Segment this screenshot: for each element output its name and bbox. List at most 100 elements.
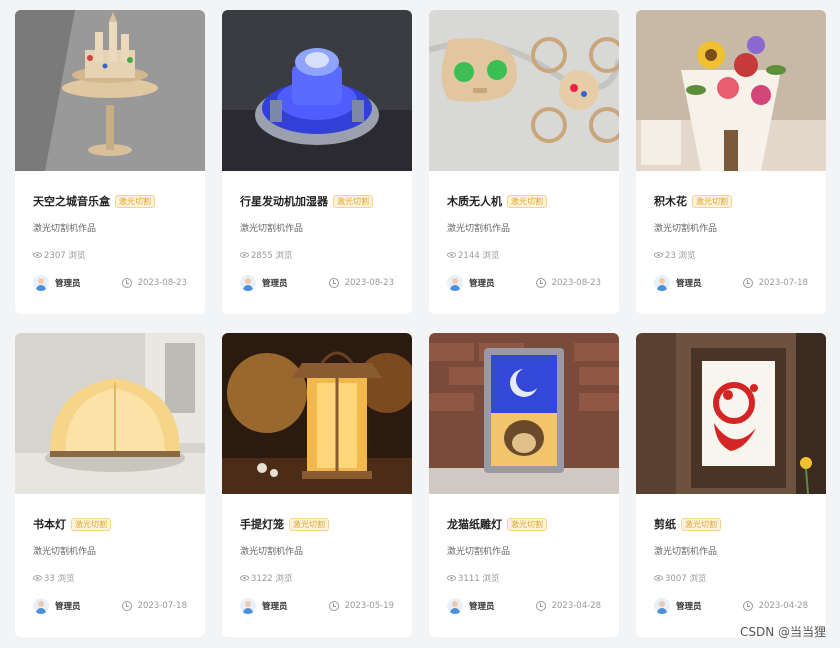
product-card[interactable]: 龙猫纸雕灯 激光切割 激光切割机作品 3111 浏览 管理员 2023-04-2… <box>429 333 619 637</box>
avatar[interactable] <box>33 598 49 614</box>
eye-icon <box>240 575 249 581</box>
author[interactable]: 管理员 <box>33 598 81 614</box>
author[interactable]: 管理员 <box>654 598 702 614</box>
view-count: 3122 浏览 <box>240 572 292 584</box>
product-card[interactable]: 积木花 激光切割 激光切割机作品 23 浏览 管理员 2023-07-18 <box>636 10 826 314</box>
author-name[interactable]: 管理员 <box>55 277 81 289</box>
publish-date: 2023-08-23 <box>328 278 394 288</box>
publish-date: 2023-04-28 <box>535 601 601 611</box>
publish-date-text: 2023-04-28 <box>551 601 601 611</box>
card-description: 激光切割机作品 <box>33 547 97 557</box>
category-tag: 激光切割 <box>692 194 732 208</box>
card-title[interactable]: 龙猫纸雕灯 <box>447 516 502 532</box>
publish-date: 2023-04-28 <box>742 601 808 611</box>
avatar[interactable] <box>654 275 670 291</box>
card-title[interactable]: 木质无人机 <box>447 193 502 209</box>
publish-date: 2023-05-19 <box>328 601 394 611</box>
watermark: CSDN @当当狸 <box>739 625 826 639</box>
view-count-text: 3122 浏览 <box>251 574 293 584</box>
avatar[interactable] <box>240 275 256 291</box>
category-tag: 激光切割 <box>681 517 721 531</box>
author-name[interactable]: 管理员 <box>262 600 288 612</box>
publish-date-text: 2023-07-18 <box>758 278 808 288</box>
paper-cut-image[interactable] <box>636 333 826 494</box>
eye-icon <box>447 575 456 581</box>
view-count: 2307 浏览 <box>33 249 85 261</box>
product-card[interactable]: 行星发动机加湿器 激光切割 激光切割机作品 2855 浏览 管理员 2023-0… <box>222 10 412 314</box>
publish-date: 2023-08-23 <box>121 278 187 288</box>
author[interactable]: 管理员 <box>447 598 495 614</box>
card-title[interactable]: 积木花 <box>654 193 687 209</box>
avatar[interactable] <box>654 598 670 614</box>
product-card[interactable]: 书本灯 激光切割 激光切割机作品 33 浏览 管理员 2023-07-18 <box>15 333 205 637</box>
hand-lantern-image[interactable] <box>222 333 412 494</box>
product-card[interactable]: 手提灯笼 激光切割 激光切割机作品 3122 浏览 管理员 2023-05-19 <box>222 333 412 637</box>
eye-icon <box>654 575 663 581</box>
eye-icon <box>447 252 456 258</box>
author[interactable]: 管理员 <box>240 598 288 614</box>
author[interactable]: 管理员 <box>447 275 495 291</box>
clock-icon <box>328 278 339 288</box>
eye-icon <box>33 575 42 581</box>
card-title[interactable]: 手提灯笼 <box>240 516 284 532</box>
book-lamp-image[interactable] <box>15 333 205 494</box>
eye-icon <box>240 252 249 258</box>
view-count-text: 2307 浏览 <box>44 251 86 261</box>
product-card[interactable]: 天空之城音乐盒 激光切割 激光切割机作品 2307 浏览 管理员 2023-08… <box>15 10 205 314</box>
publish-date-text: 2023-08-23 <box>551 278 601 288</box>
view-count-text: 3111 浏览 <box>458 574 500 584</box>
publish-date: 2023-08-23 <box>535 278 601 288</box>
view-count: 23 浏览 <box>654 249 696 261</box>
view-count-text: 23 浏览 <box>665 251 696 261</box>
category-tag: 激光切割 <box>507 517 547 531</box>
category-tag: 激光切割 <box>71 517 111 531</box>
category-tag: 激光切割 <box>115 194 155 208</box>
clock-icon <box>742 601 753 611</box>
totoro-paper-lamp-image[interactable] <box>429 333 619 494</box>
card-title[interactable]: 行星发动机加湿器 <box>240 193 328 209</box>
card-description: 激光切割机作品 <box>654 224 718 234</box>
avatar[interactable] <box>240 598 256 614</box>
publish-date-text: 2023-08-23 <box>137 278 187 288</box>
view-count-text: 2144 浏览 <box>458 251 500 261</box>
clock-icon <box>121 601 132 611</box>
card-title[interactable]: 天空之城音乐盒 <box>33 193 110 209</box>
card-description: 激光切割机作品 <box>654 547 718 557</box>
view-count: 2144 浏览 <box>447 249 499 261</box>
category-tag: 激光切割 <box>333 194 373 208</box>
card-description: 激光切割机作品 <box>240 224 304 234</box>
view-count-text: 33 浏览 <box>44 574 75 584</box>
clock-icon <box>535 601 546 611</box>
view-count: 2855 浏览 <box>240 249 292 261</box>
card-description: 激光切割机作品 <box>33 224 97 234</box>
publish-date-text: 2023-05-19 <box>344 601 394 611</box>
card-description: 激光切割机作品 <box>447 547 511 557</box>
author-name[interactable]: 管理员 <box>676 277 702 289</box>
block-flower-bouquet-image[interactable] <box>636 10 826 171</box>
author[interactable]: 管理员 <box>654 275 702 291</box>
view-count: 3007 浏览 <box>654 572 706 584</box>
castle-music-box-image[interactable] <box>15 10 205 171</box>
wooden-drone-image[interactable] <box>429 10 619 171</box>
author-name[interactable]: 管理员 <box>469 600 495 612</box>
view-count: 33 浏览 <box>33 572 75 584</box>
eye-icon <box>654 252 663 258</box>
author-name[interactable]: 管理员 <box>262 277 288 289</box>
avatar[interactable] <box>33 275 49 291</box>
clock-icon <box>328 601 339 611</box>
author[interactable]: 管理员 <box>33 275 81 291</box>
author-name[interactable]: 管理员 <box>676 600 702 612</box>
card-title[interactable]: 书本灯 <box>33 516 66 532</box>
planet-engine-humidifier-image[interactable] <box>222 10 412 171</box>
product-card[interactable]: 木质无人机 激光切割 激光切割机作品 2144 浏览 管理员 2023-08-2… <box>429 10 619 314</box>
product-card[interactable]: 剪纸 激光切割 激光切割机作品 3007 浏览 管理员 2023-04-28 <box>636 333 826 637</box>
publish-date-text: 2023-07-18 <box>137 601 187 611</box>
publish-date-text: 2023-08-23 <box>344 278 394 288</box>
publish-date-text: 2023-04-28 <box>758 601 808 611</box>
author-name[interactable]: 管理员 <box>55 600 81 612</box>
avatar[interactable] <box>447 598 463 614</box>
card-title[interactable]: 剪纸 <box>654 516 676 532</box>
author-name[interactable]: 管理员 <box>469 277 495 289</box>
author[interactable]: 管理员 <box>240 275 288 291</box>
avatar[interactable] <box>447 275 463 291</box>
